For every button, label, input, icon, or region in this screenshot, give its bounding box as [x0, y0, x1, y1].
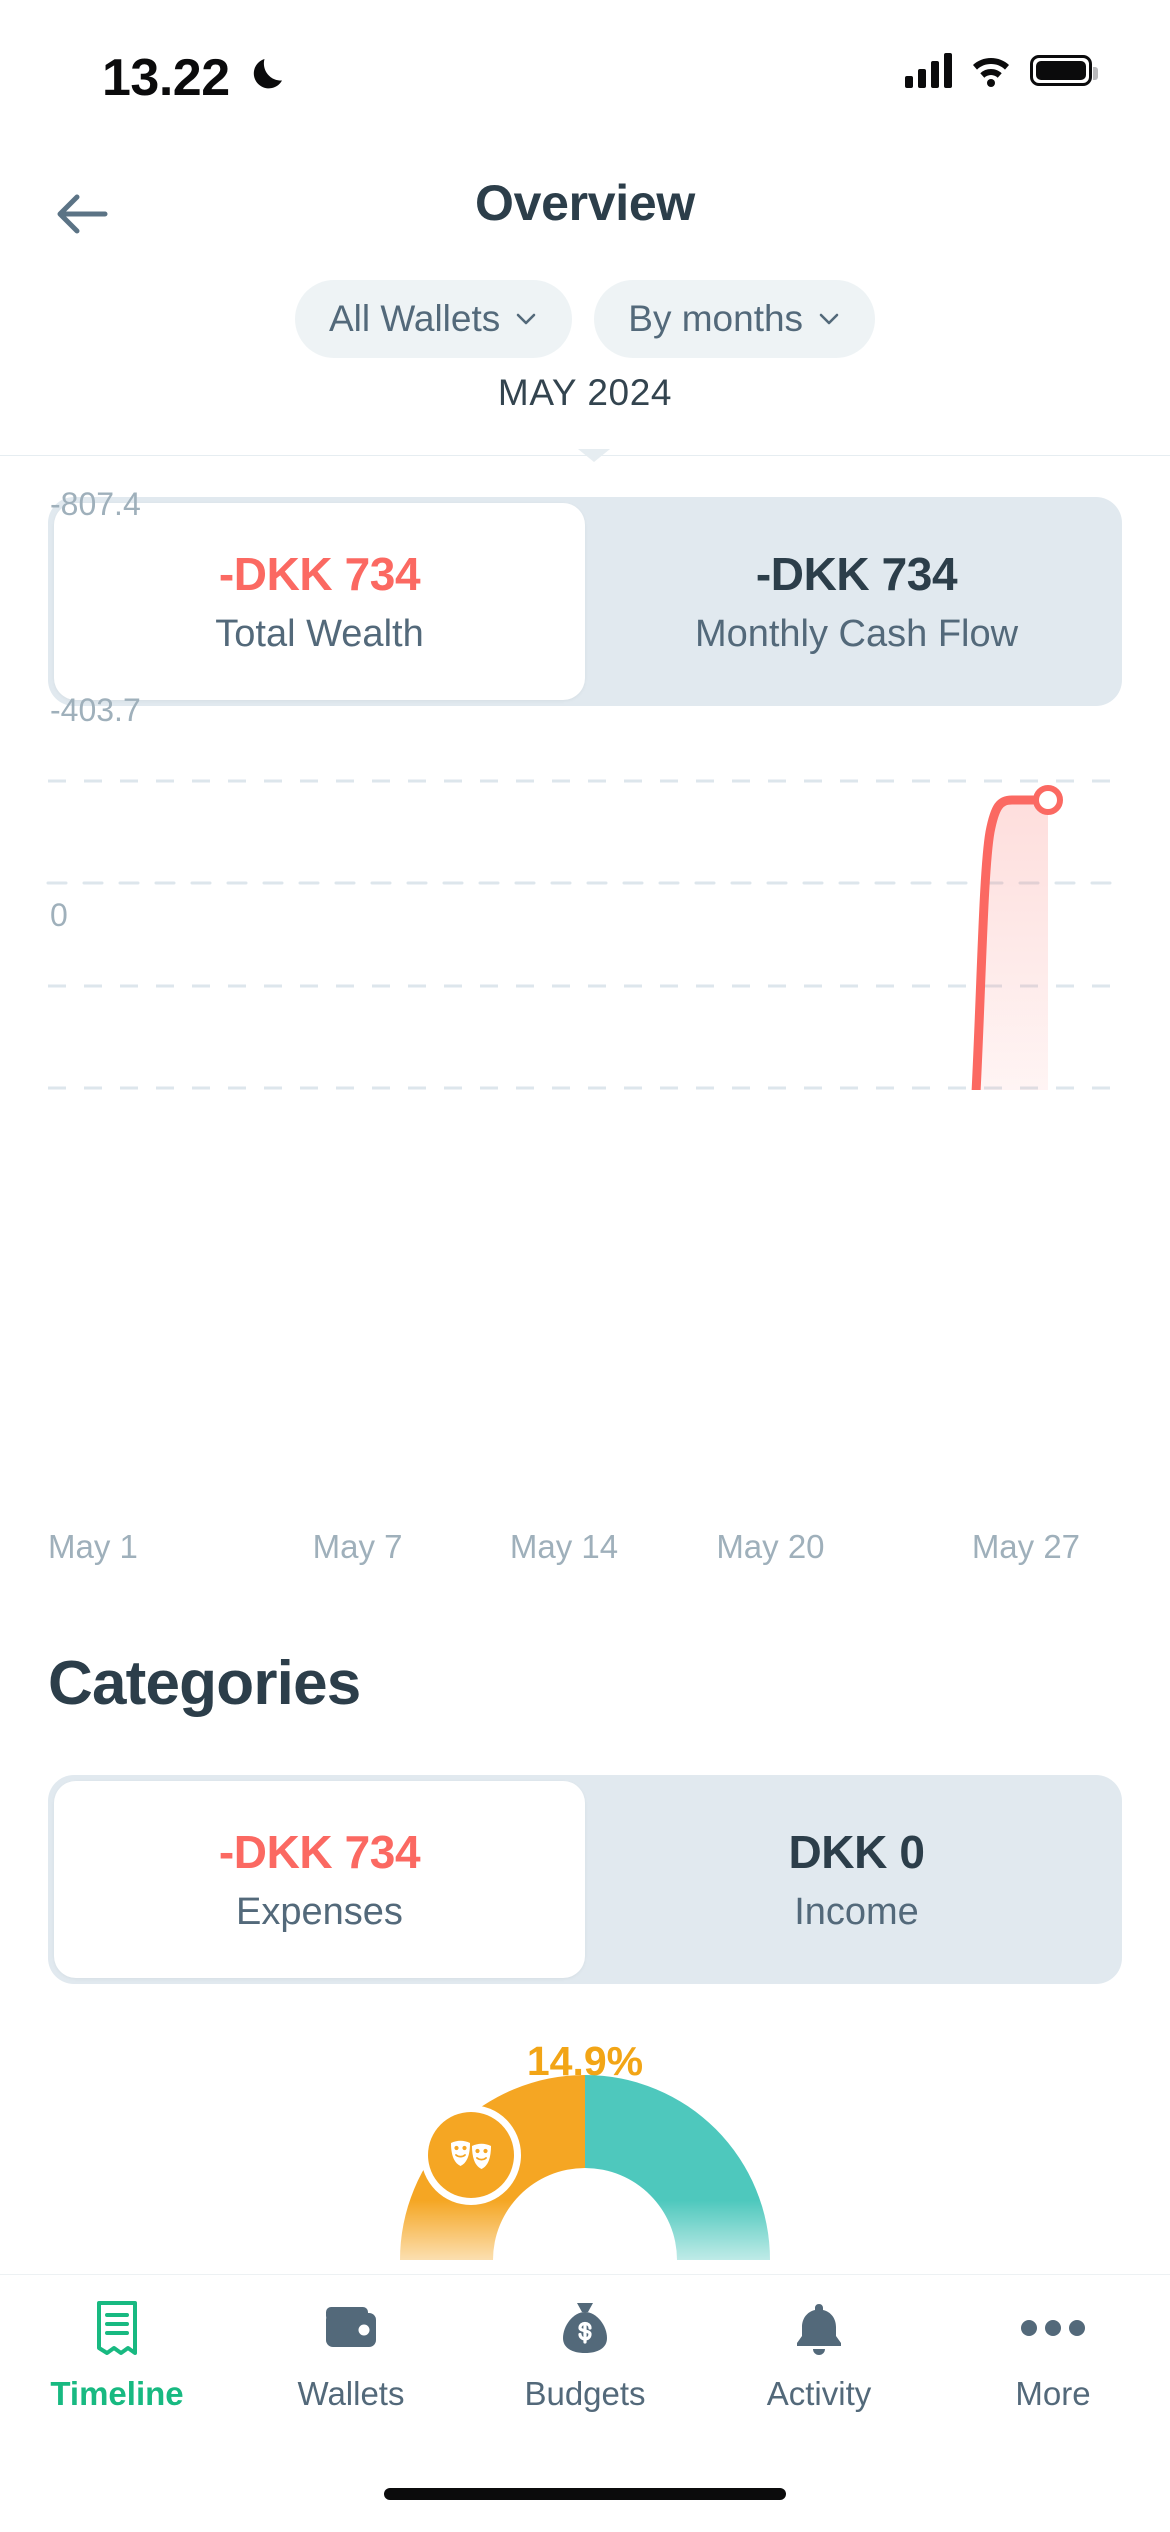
- tab-budgets[interactable]: Budgets: [468, 2297, 702, 2451]
- tab-timeline-label: Timeline: [50, 2375, 184, 2412]
- wealth-line-chart[interactable]: [0, 760, 1170, 1090]
- chart-y-tick-zero: 0: [50, 897, 68, 933]
- chart-end-marker: [1033, 785, 1063, 815]
- wifi-icon: [973, 58, 1009, 87]
- chart-x-tick-2: May 14: [509, 1528, 619, 1565]
- chart-area-fill: [977, 800, 1048, 1090]
- bell-icon: [794, 2297, 844, 2359]
- chevron-down-icon: [819, 313, 839, 325]
- theater-masks-icon[interactable]: [428, 2112, 514, 2198]
- monthly-cash-flow-label: Monthly Cash Flow: [694, 613, 1019, 655]
- income-card[interactable]: DKK 0 Income: [591, 1775, 1122, 1984]
- wallet-icon: [322, 2297, 380, 2359]
- page-header: Overview: [0, 170, 1170, 260]
- monthly-cash-flow-card[interactable]: -DKK 734 Monthly Cash Flow: [591, 497, 1122, 706]
- total-wealth-card[interactable]: -DKK 734 Total Wealth: [54, 503, 585, 700]
- chart-x-tick-4: May 27: [971, 1528, 1081, 1565]
- tab-activity[interactable]: Activity: [702, 2297, 936, 2451]
- expenses-label: Expenses: [236, 1891, 403, 1933]
- expenses-card[interactable]: -DKK 734 Expenses: [54, 1781, 585, 1978]
- tab-budgets-label: Budgets: [524, 2375, 646, 2412]
- wallet-filter-button[interactable]: All Wallets: [294, 280, 573, 358]
- monthly-cash-flow-amount: -DKK 734: [755, 548, 958, 600]
- tab-wallets-label: Wallets: [297, 2375, 405, 2412]
- chart-x-tick-1: May 7: [312, 1528, 403, 1565]
- period-label: MAY 2024: [497, 372, 673, 413]
- status-bar: 13.22: [0, 0, 1170, 140]
- home-indicator: [384, 2488, 786, 2500]
- cellular-signal-icon: [905, 52, 952, 88]
- chevron-down-icon: [516, 313, 536, 325]
- income-label: Income: [794, 1891, 919, 1933]
- bottom-navigation: Timeline Wallets Budgets Activity More: [0, 2274, 1170, 2532]
- status-bar-clock: 13.22: [102, 49, 230, 107]
- app-screen: 13.22 Overview All Wallets By months MAY…: [0, 0, 1170, 2532]
- wallet-filter-label: All Wallets: [328, 298, 501, 339]
- chart-y-tick-top: -807.4: [50, 486, 141, 522]
- header-notch: [578, 449, 610, 462]
- money-bag-icon: [559, 2297, 611, 2359]
- status-bar-indicators: [905, 52, 1098, 88]
- page-title: Overview: [475, 175, 695, 231]
- chart-gridlines: [46, 779, 1124, 1090]
- total-wealth-label: Total Wealth: [215, 613, 424, 655]
- tab-wallets[interactable]: Wallets: [234, 2297, 468, 2451]
- categories-toggle: -DKK 734 Expenses DKK 0 Income: [48, 1775, 1122, 1984]
- tab-activity-label: Activity: [766, 2375, 872, 2412]
- receipt-icon: [91, 2297, 143, 2359]
- chart-line: [971, 795, 1049, 1090]
- tab-timeline[interactable]: Timeline: [0, 2297, 234, 2451]
- chart-x-tick-0: May 1: [48, 1528, 138, 1565]
- summary-toggle: -DKK 734 Total Wealth -DKK 734 Monthly C…: [48, 497, 1122, 706]
- categories-heading: Categories: [48, 1649, 361, 1718]
- income-amount: DKK 0: [788, 1826, 925, 1878]
- chart-y-tick-mid: -403.7: [50, 692, 141, 728]
- tab-more[interactable]: More: [936, 2297, 1170, 2451]
- filter-row: All Wallets By months: [0, 280, 1170, 358]
- total-wealth-amount: -DKK 734: [218, 548, 421, 600]
- chart-x-axis: May 1 May 7 May 14 May 20 May 27: [48, 1528, 1122, 1566]
- grouping-filter-label: By months: [628, 298, 804, 339]
- chart-x-tick-3: May 20: [716, 1528, 825, 1565]
- ellipsis-icon: [1020, 2297, 1086, 2359]
- moon-icon: [246, 50, 294, 98]
- expenses-amount: -DKK 734: [218, 1826, 421, 1878]
- tab-more-label: More: [1015, 2375, 1091, 2412]
- battery-full-icon: [1030, 54, 1098, 86]
- grouping-filter-button[interactable]: By months: [594, 280, 876, 358]
